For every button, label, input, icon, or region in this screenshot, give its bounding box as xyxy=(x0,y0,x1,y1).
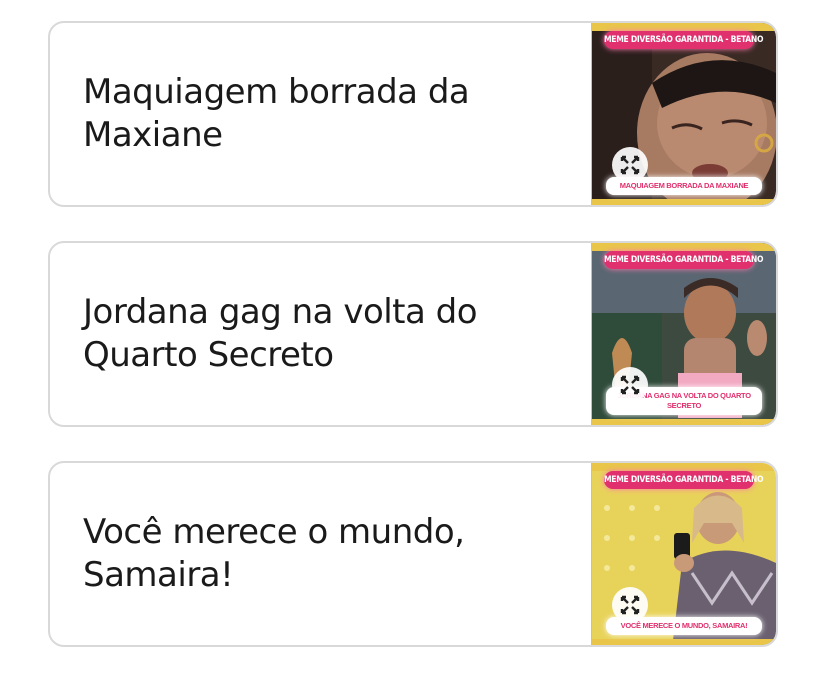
meme-thumbnail[interactable]: MEME DIVERSÃO GARANTIDA - BETANO MAQUIAG… xyxy=(591,23,776,205)
meme-card[interactable]: Maquiagem borrada da Maxiane MEME DIVERS… xyxy=(48,21,778,207)
frame-bottom xyxy=(592,639,776,645)
meme-tag: MEME DIVERSÃO GARANTIDA - BETANO xyxy=(604,471,764,489)
expand-arrows-icon xyxy=(620,595,640,615)
frame-top xyxy=(592,463,776,471)
expand-button[interactable] xyxy=(612,367,648,403)
meme-title: Maquiagem borrada da Maxiane xyxy=(83,72,470,155)
meme-thumbnail[interactable]: MEME DIVERSÃO GARANTIDA - BETANO VOCÊ ME… xyxy=(591,463,776,645)
frame-top xyxy=(592,243,776,251)
meme-title: Jordana gag na volta do Quarto Secreto xyxy=(83,292,478,375)
meme-title: Você merece o mundo, Samaira! xyxy=(83,512,465,595)
meme-card[interactable]: Jordana gag na volta do Quarto Secreto M… xyxy=(48,241,778,427)
meme-card[interactable]: Você merece o mundo, Samaira! MEME DIVER… xyxy=(48,461,778,647)
expand-button[interactable] xyxy=(612,147,648,183)
meme-tag: MEME DIVERSÃO GARANTIDA - BETANO xyxy=(604,31,764,49)
expand-arrows-icon xyxy=(620,375,640,395)
meme-thumbnail[interactable]: MEME DIVERSÃO GARANTIDA - BETANO JORDANA… xyxy=(591,243,776,425)
frame-bottom xyxy=(592,419,776,425)
frame-bottom xyxy=(592,199,776,205)
expand-arrows-icon xyxy=(620,155,640,175)
frame-top xyxy=(592,23,776,31)
meme-tag: MEME DIVERSÃO GARANTIDA - BETANO xyxy=(604,251,764,269)
expand-button[interactable] xyxy=(612,587,648,623)
